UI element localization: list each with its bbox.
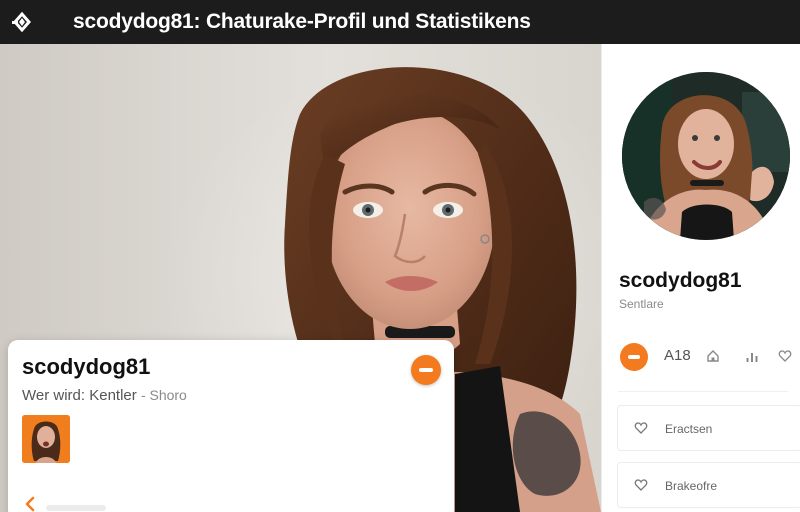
sidebar-panel: scodydog81 Sentlare A18 Eractsen Brakeof… bbox=[601, 44, 800, 512]
list-item-brakeofre[interactable]: Brakeofre bbox=[617, 462, 800, 508]
age-label: A18 bbox=[664, 347, 691, 364]
list-item-eractsen[interactable]: Eractsen bbox=[617, 405, 800, 451]
sidebar-subtitle: Sentlare bbox=[619, 297, 664, 311]
avatar[interactable] bbox=[622, 72, 790, 240]
sidebar-action-button[interactable] bbox=[620, 343, 648, 371]
card-thumbnail[interactable] bbox=[22, 415, 70, 463]
home-icon[interactable] bbox=[706, 349, 720, 363]
sidebar-divider bbox=[618, 391, 788, 392]
profile-card: scodydog81 Wer wird: Kentler - Shoro bbox=[8, 340, 454, 512]
subline-extra: - Shoro bbox=[140, 387, 187, 403]
page-title: scodydog81: Chaturake-Profil und Statist… bbox=[73, 10, 531, 33]
sidebar-username: scodydog81 bbox=[619, 269, 742, 292]
top-bar: scodydog81: Chaturake-Profil und Statist… bbox=[0, 0, 800, 44]
list-item-label: Eractsen bbox=[665, 422, 713, 436]
subline-label: Wer wird: bbox=[22, 387, 86, 404]
logo-icon[interactable] bbox=[10, 11, 34, 33]
card-subline: Wer wird: Kentler - Shoro bbox=[22, 387, 187, 404]
thumbnail-photo bbox=[22, 415, 70, 463]
card-action-button[interactable] bbox=[411, 355, 441, 385]
minus-icon bbox=[628, 355, 640, 359]
list-item-label: Brakeofre bbox=[665, 479, 718, 493]
heart-icon bbox=[634, 479, 648, 491]
signal-icon[interactable] bbox=[745, 349, 759, 363]
card-slider[interactable] bbox=[46, 505, 106, 511]
chevron-left-icon[interactable] bbox=[22, 496, 38, 512]
card-username: scodydog81 bbox=[22, 354, 151, 379]
heart-icon bbox=[634, 422, 648, 434]
avatar-photo bbox=[622, 72, 790, 240]
subline-value: Kentler bbox=[89, 387, 137, 404]
minus-icon bbox=[419, 368, 433, 372]
heart-icon[interactable] bbox=[778, 349, 792, 363]
